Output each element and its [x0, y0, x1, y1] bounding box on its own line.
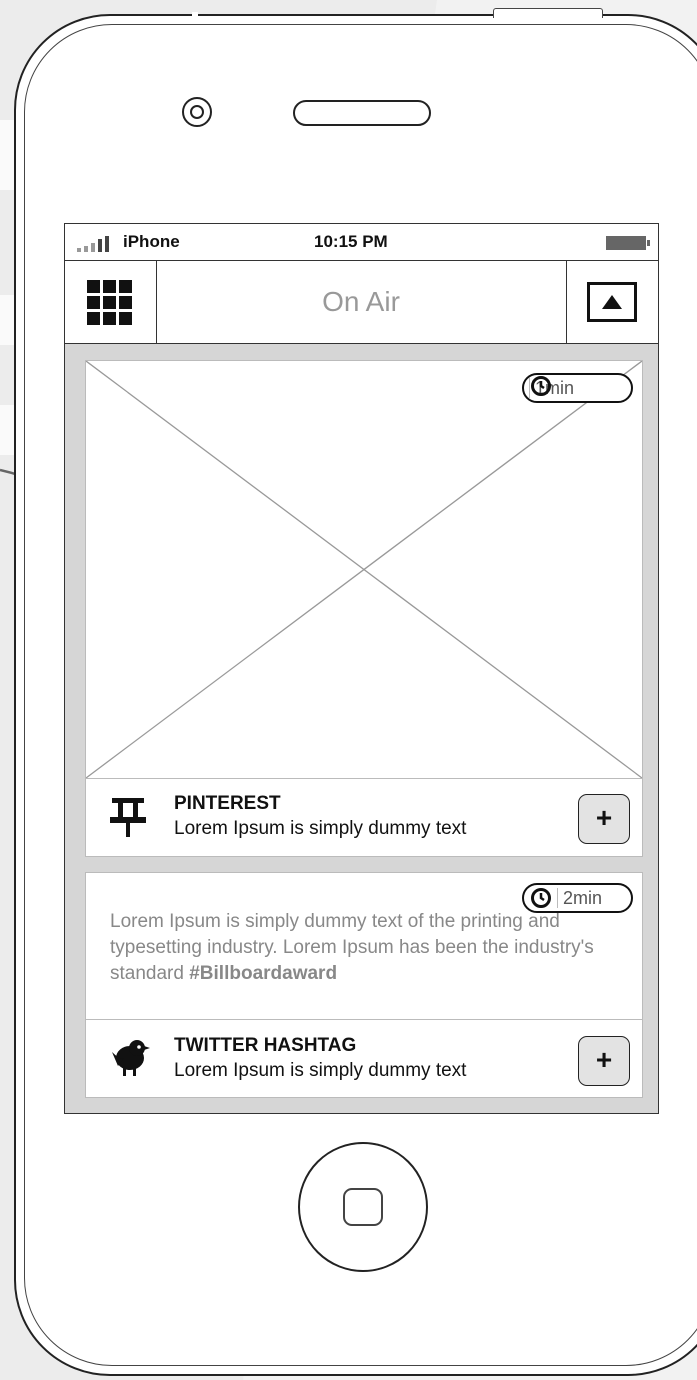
source-row: PINTEREST Lorem Ipsum is simply dummy te…	[86, 778, 642, 856]
carrier-label: iPhone	[123, 232, 180, 251]
feed-card-pinterest[interactable]: 1min PINTEREST Lorem Ipsum is simply dum…	[85, 360, 643, 857]
status-bar: iPhone 10:15 PM	[65, 224, 658, 261]
time-badge-label: 2min	[563, 887, 603, 908]
placeholder-cross	[86, 361, 642, 778]
upload-tray-icon	[587, 282, 637, 322]
sleep-button	[493, 8, 603, 18]
source-subtitle: Lorem Ipsum is simply dummy text	[174, 818, 467, 839]
source-title: PINTEREST	[174, 793, 281, 814]
status-time: 10:15 PM	[314, 232, 388, 251]
phone-screen: iPhone 10:15 PM On Air 1min PINTEREST Lo…	[64, 223, 659, 1114]
add-button[interactable]: +	[578, 794, 630, 844]
menu-button[interactable]	[65, 261, 157, 343]
tweet-text: Lorem Ipsum is simply dummy text of the …	[110, 909, 640, 987]
clock-icon	[531, 888, 551, 908]
source-title: TWITTER HASHTAG	[174, 1035, 357, 1056]
time-badge: 1min	[522, 373, 633, 403]
feed[interactable]: 1min PINTEREST Lorem Ipsum is simply dum…	[65, 344, 658, 1113]
source-subtitle: Lorem Ipsum is simply dummy text	[174, 1060, 467, 1081]
signal-strength-icon	[77, 236, 109, 252]
navigation-bar: On Air	[65, 261, 658, 344]
background-notch	[0, 120, 14, 190]
bird-icon	[112, 1040, 150, 1076]
hashtag[interactable]: #Billboardaward	[189, 963, 337, 984]
add-button[interactable]: +	[578, 1036, 630, 1086]
tweet-body: Lorem Ipsum is simply dummy text of the …	[110, 911, 594, 984]
home-square-icon	[343, 1188, 383, 1226]
source-row: TWITTER HASHTAG Lorem Ipsum is simply du…	[86, 1019, 642, 1098]
clock-icon	[531, 376, 551, 396]
earpiece-speaker	[293, 100, 431, 126]
feed-card-twitter[interactable]: 2min Lorem Ipsum is simply dummy text of…	[85, 872, 643, 1098]
upload-button[interactable]	[566, 261, 659, 343]
battery-icon	[606, 236, 650, 250]
pin-icon	[110, 798, 146, 837]
grid-menu-icon	[87, 280, 132, 325]
image-placeholder[interactable]: 1min	[86, 361, 642, 779]
page-title: On Air	[322, 286, 400, 317]
front-camera	[182, 97, 212, 127]
frame-mark	[192, 12, 198, 22]
background-notch	[0, 295, 14, 345]
